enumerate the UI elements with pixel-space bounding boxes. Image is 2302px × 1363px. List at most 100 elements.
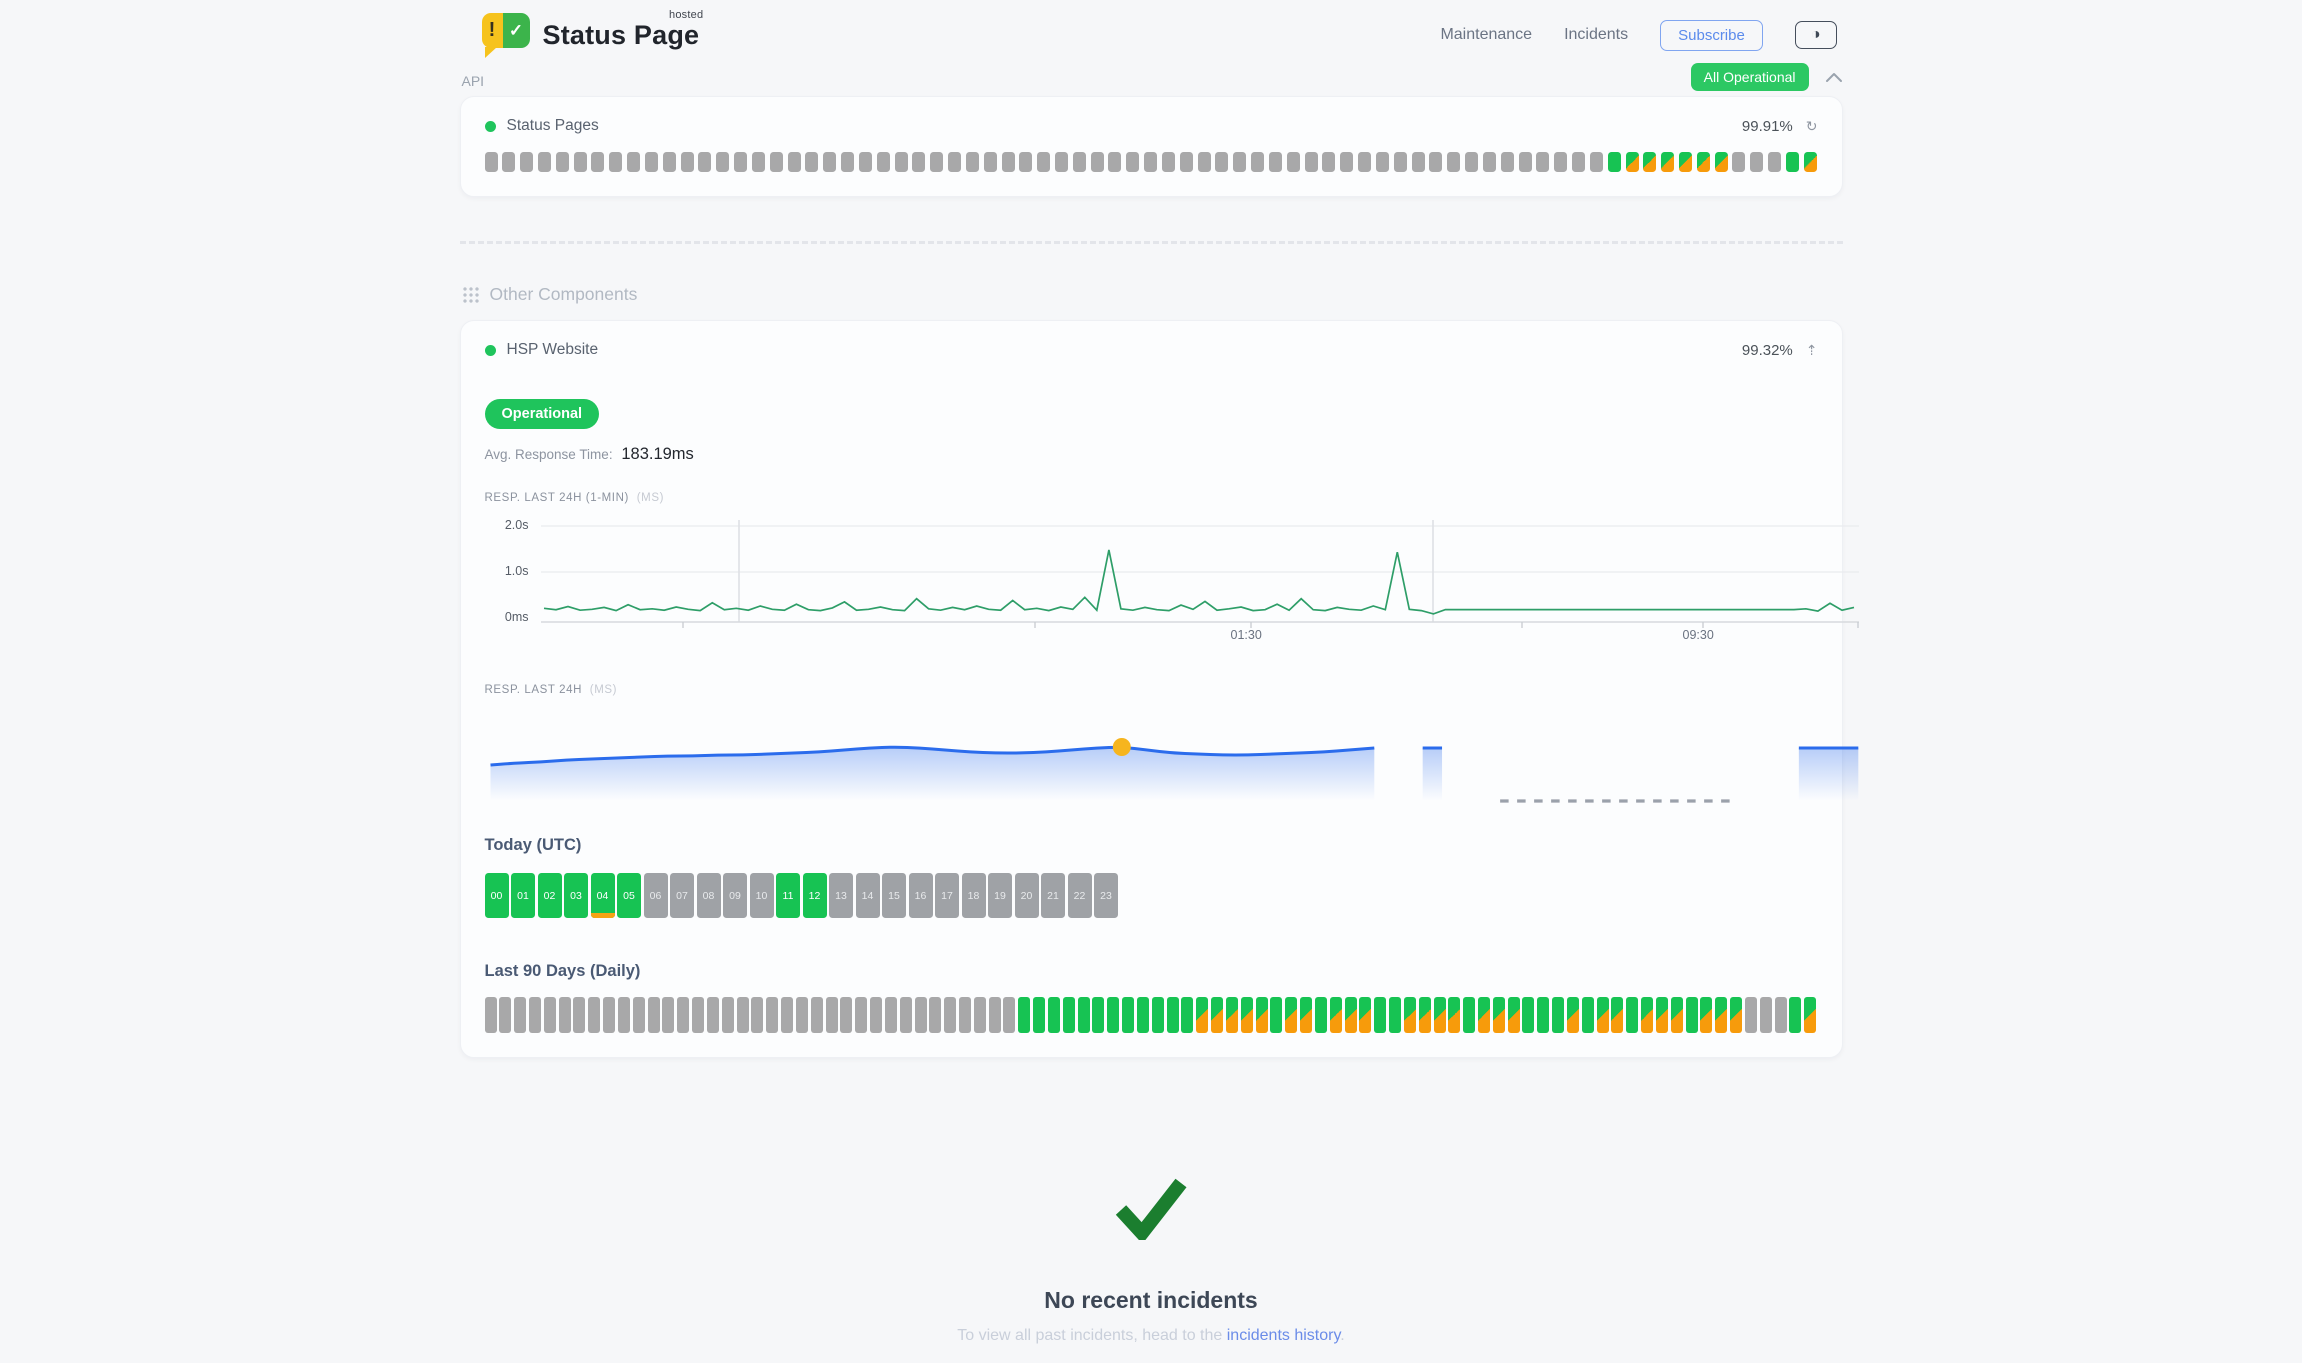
- uptime-cell-nodata[interactable]: [1019, 152, 1032, 172]
- uptime-cell-nodata[interactable]: [499, 997, 511, 1033]
- uptime-cell-nodata[interactable]: [948, 152, 961, 172]
- uptime-cell-nodata[interactable]: [944, 997, 956, 1033]
- uptime-cell-operational[interactable]: [1786, 152, 1799, 172]
- uptime-cell-degraded[interactable]: [1448, 997, 1460, 1033]
- uptime-cell-nodata[interactable]: [930, 152, 943, 172]
- uptime-cell-operational[interactable]: [1048, 997, 1060, 1033]
- uptime-cell-nodata[interactable]: [1447, 152, 1460, 172]
- uptime-cell-nodata[interactable]: [1501, 152, 1514, 172]
- uptime-cell-operational[interactable]: [1789, 997, 1801, 1033]
- uptime-cell-degraded[interactable]: [1697, 152, 1710, 172]
- uptime-cell-nodata[interactable]: [1376, 152, 1389, 172]
- uptime-cell-nodata[interactable]: [781, 997, 793, 1033]
- uptime-cell-nodata[interactable]: [681, 152, 694, 172]
- hour-block-19[interactable]: 19: [988, 873, 1012, 918]
- uptime-cell-nodata[interactable]: [645, 152, 658, 172]
- uptime-cell-nodata[interactable]: [609, 152, 622, 172]
- uptime-cell-degraded[interactable]: [1661, 152, 1674, 172]
- hour-block-05[interactable]: 05: [617, 873, 641, 918]
- hour-block-08[interactable]: 08: [697, 873, 721, 918]
- uptime-cell-operational[interactable]: [1582, 997, 1594, 1033]
- uptime-cell-nodata[interactable]: [900, 997, 912, 1033]
- nav-incidents[interactable]: Incidents: [1564, 26, 1628, 44]
- uptime-cell-nodata[interactable]: [633, 997, 645, 1033]
- hour-block-02[interactable]: 02: [538, 873, 562, 918]
- uptime-cell-nodata[interactable]: [514, 997, 526, 1033]
- uptime-cell-nodata[interactable]: [915, 997, 927, 1033]
- uptime-cell-nodata[interactable]: [855, 997, 867, 1033]
- uptime-cell-degraded[interactable]: [1226, 997, 1238, 1033]
- uptime-cell-nodata[interactable]: [989, 997, 1001, 1033]
- uptime-cell-nodata[interactable]: [1126, 152, 1139, 172]
- uptime-cell-nodata[interactable]: [1590, 152, 1603, 172]
- uptime-cell-nodata[interactable]: [1732, 152, 1745, 172]
- hour-block-20[interactable]: 20: [1015, 873, 1039, 918]
- subscribe-button[interactable]: Subscribe: [1660, 20, 1763, 51]
- uptime-cell-degraded[interactable]: [1715, 152, 1728, 172]
- hour-block-16[interactable]: 16: [909, 873, 933, 918]
- uptime-cell-nodata[interactable]: [1340, 152, 1353, 172]
- uptime-cell-nodata[interactable]: [556, 152, 569, 172]
- uptime-cell-degraded[interactable]: [1285, 997, 1297, 1033]
- uptime-cell-degraded[interactable]: [1404, 997, 1416, 1033]
- uptime-cell-nodata[interactable]: [618, 997, 630, 1033]
- uptime-cell-operational[interactable]: [1522, 997, 1534, 1033]
- uptime-cell-operational[interactable]: [1167, 997, 1179, 1033]
- uptime-cell-nodata[interactable]: [1180, 152, 1193, 172]
- hour-block-13[interactable]: 13: [829, 873, 853, 918]
- uptime-cell-nodata[interactable]: [766, 997, 778, 1033]
- uptime-cell-nodata[interactable]: [805, 152, 818, 172]
- uptime-cell-degraded[interactable]: [1804, 997, 1816, 1033]
- uptime-cell-nodata[interactable]: [677, 997, 689, 1033]
- hour-block-22[interactable]: 22: [1068, 873, 1092, 918]
- uptime-cell-nodata[interactable]: [662, 997, 674, 1033]
- uptime-cell-nodata[interactable]: [1198, 152, 1211, 172]
- uptime-cell-nodata[interactable]: [1233, 152, 1246, 172]
- uptime-cell-degraded[interactable]: [1241, 997, 1253, 1033]
- uptime-cell-nodata[interactable]: [544, 997, 556, 1033]
- uptime-cell-nodata[interactable]: [1358, 152, 1371, 172]
- hour-block-00[interactable]: 00: [485, 873, 509, 918]
- hour-block-23[interactable]: 23: [1094, 873, 1118, 918]
- uptime-cell-operational[interactable]: [1107, 997, 1119, 1033]
- hour-block-07[interactable]: 07: [670, 873, 694, 918]
- uptime-cell-operational[interactable]: [1270, 997, 1282, 1033]
- uptime-cell-degraded[interactable]: [1730, 997, 1742, 1033]
- uptime-cell-operational[interactable]: [1122, 997, 1134, 1033]
- uptime-cell-nodata[interactable]: [1429, 152, 1442, 172]
- uptime-cell-degraded[interactable]: [1330, 997, 1342, 1033]
- uptime-cell-nodata[interactable]: [1003, 997, 1015, 1033]
- uptime-cell-operational[interactable]: [1063, 997, 1075, 1033]
- uptime-cell-nodata[interactable]: [984, 152, 997, 172]
- hour-block-11[interactable]: 11: [776, 873, 800, 918]
- uptime-cell-nodata[interactable]: [811, 997, 823, 1033]
- uptime-cell-degraded[interactable]: [1419, 997, 1431, 1033]
- nav-maintenance[interactable]: Maintenance: [1440, 26, 1532, 44]
- hour-block-01[interactable]: 01: [511, 873, 535, 918]
- uptime-cell-nodata[interactable]: [737, 997, 749, 1033]
- uptime-cell-nodata[interactable]: [627, 152, 640, 172]
- uptime-cell-nodata[interactable]: [648, 997, 660, 1033]
- uptime-cell-degraded[interactable]: [1345, 997, 1357, 1033]
- uptime-cell-nodata[interactable]: [877, 152, 890, 172]
- hour-block-14[interactable]: 14: [856, 873, 880, 918]
- uptime-cell-nodata[interactable]: [485, 152, 498, 172]
- uptime-cell-degraded[interactable]: [1597, 997, 1609, 1033]
- uptime-cell-degraded[interactable]: [1671, 997, 1683, 1033]
- uptime-cell-operational[interactable]: [1608, 152, 1621, 172]
- uptime-cell-nodata[interactable]: [1768, 152, 1781, 172]
- chevron-up-icon[interactable]: [1825, 72, 1843, 83]
- uptime-cell-nodata[interactable]: [538, 152, 551, 172]
- uptime-cell-nodata[interactable]: [1287, 152, 1300, 172]
- hour-block-09[interactable]: 09: [723, 873, 747, 918]
- theme-toggle-button[interactable]: ◑: [1795, 21, 1837, 49]
- hour-block-06[interactable]: 06: [644, 873, 668, 918]
- uptime-cell-operational[interactable]: [1374, 997, 1386, 1033]
- uptime-cell-operational[interactable]: [1686, 997, 1698, 1033]
- uptime-cell-nodata[interactable]: [734, 152, 747, 172]
- uptime-cell-operational[interactable]: [1463, 997, 1475, 1033]
- uptime-cell-nodata[interactable]: [1394, 152, 1407, 172]
- uptime-cell-nodata[interactable]: [751, 997, 763, 1033]
- uptime-cell-nodata[interactable]: [1536, 152, 1549, 172]
- uptime-cell-degraded[interactable]: [1715, 997, 1727, 1033]
